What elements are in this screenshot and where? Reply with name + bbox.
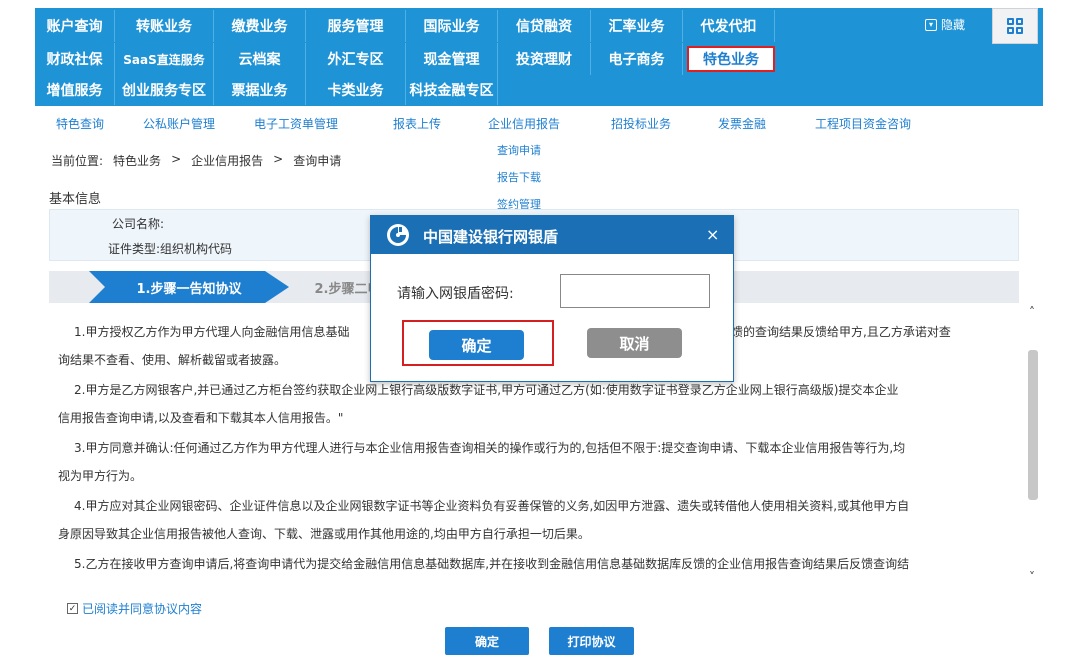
breadcrumb-level2: 企业信用报告 xyxy=(191,154,264,168)
dialog-confirm-button[interactable]: 确定 xyxy=(429,330,524,360)
dropdown-report-download[interactable]: 报告下载 xyxy=(497,169,541,185)
cert-type-label: 证件类型:组织机构代码 xyxy=(108,242,233,256)
agreement-p3b: 视为甲方行为。 xyxy=(58,469,143,483)
agreement-p1b: 反馈的查询结果反馈给甲方,且乙方承诺对查 xyxy=(719,325,951,339)
nav-item-agency-payment[interactable]: 代发代扣 xyxy=(683,10,775,42)
agree-checkbox[interactable]: ✓ xyxy=(67,603,78,614)
agreement-scrollbar[interactable]: ˄ ˅ xyxy=(1025,305,1039,590)
nav-item-international[interactable]: 国际业务 xyxy=(406,10,498,42)
nav-item-ecommerce[interactable]: 电子商务 xyxy=(591,43,683,75)
main-navigation: 账户查询 转账业务 缴费业务 服务管理 国际业务 信贷融资 汇率业务 代发代扣 … xyxy=(35,8,1043,106)
basic-info-title: 基本信息 xyxy=(49,192,102,207)
nav-item-startup-zone[interactable]: 创业服务专区 xyxy=(115,75,214,105)
nav-item-value-added[interactable]: 增值服务 xyxy=(35,75,115,105)
scroll-down-icon[interactable]: ˅ xyxy=(1025,570,1039,584)
nav-item-cards[interactable]: 卡类业务 xyxy=(306,75,406,105)
nav-item-exchange-rate[interactable]: 汇率业务 xyxy=(591,10,683,42)
nav-item-saas[interactable]: SaaS直连服务 xyxy=(115,43,214,75)
ccb-logo-icon xyxy=(387,224,409,246)
nav-item-account-query[interactable]: 账户查询 xyxy=(35,10,115,42)
nav-item-credit-finance[interactable]: 信贷融资 xyxy=(498,10,591,42)
agreement-p4b: 身原因导致其企业信用报告被他人查询、下载、泄露或用作其他用途的,均由甲方自行承担… xyxy=(58,527,590,541)
nav-item-special-business[interactable]: 特色业务 xyxy=(687,46,775,72)
nav-item-forex-zone[interactable]: 外汇专区 xyxy=(306,43,406,75)
dropdown-query-apply[interactable]: 查询申请 xyxy=(497,142,541,158)
nav-item-cash-mgmt[interactable]: 现金管理 xyxy=(406,43,498,75)
confirm-highlight: 确定 xyxy=(402,320,554,366)
breadcrumb: 当前位置: 特色业务 > 企业信用报告 > 查询申请 xyxy=(51,152,341,169)
subnav-invoice-finance[interactable]: 发票金融 xyxy=(718,115,766,132)
scroll-up-icon[interactable]: ˄ xyxy=(1025,305,1039,319)
breadcrumb-sep: > xyxy=(171,152,182,166)
agree-label[interactable]: 已阅读并同意协议内容 xyxy=(82,600,202,617)
subnav-payroll-mgmt[interactable]: 电子工资单管理 xyxy=(254,115,338,132)
agreement-p4a: 4.甲方应对其企业网银密码、企业证件信息以及企业网银数字证书等企业资料负有妥善保… xyxy=(74,499,910,513)
dialog-cancel-button[interactable]: 取消 xyxy=(587,328,682,358)
hide-nav-label: 隐藏 xyxy=(941,18,966,32)
subnav-credit-report[interactable]: 企业信用报告 xyxy=(488,115,560,132)
breadcrumb-sep: > xyxy=(273,152,284,166)
menu-grid-button[interactable] xyxy=(992,8,1038,44)
agreement-p5a: 5.乙方在接收甲方查询申请后,将查询申请代为提交给金融信用信息基础数据库,并在接… xyxy=(74,557,910,571)
agreement-p2b: 信用报告查询申请,以及查看和下载其本人信用报告。" xyxy=(58,411,344,425)
print-agreement-button[interactable]: 打印协议 xyxy=(549,627,634,655)
nav-row-3: 增值服务 创业服务专区 票据业务 卡类业务 科技金融专区 xyxy=(35,75,498,105)
nav-item-bills[interactable]: 票据业务 xyxy=(214,75,306,105)
step-1-active: 1.步骤一告知协议 xyxy=(89,271,289,303)
nav-item-cloud-archive[interactable]: 云档案 xyxy=(214,43,306,75)
agree-row: ✓ 已阅读并同意协议内容 xyxy=(67,600,202,617)
confirm-button[interactable]: 确定 xyxy=(445,627,529,655)
nav-item-transfer[interactable]: 转账业务 xyxy=(115,10,214,42)
nav-item-service-mgmt[interactable]: 服务管理 xyxy=(306,10,406,42)
subnav-special-query[interactable]: 特色查询 xyxy=(56,115,104,132)
subnav-bidding[interactable]: 招投标业务 xyxy=(611,115,671,132)
collapse-icon: ▾ xyxy=(925,18,937,31)
subnav-project-fund[interactable]: 工程项目资金咨询 xyxy=(815,115,911,132)
usb-key-password-dialog: 中国建设银行网银盾 × 请输入网银盾密码: 确定 取消 xyxy=(370,215,734,382)
agreement-p1a: 1.甲方授权乙方作为甲方代理人向金融信用信息基础 xyxy=(74,325,350,339)
subnav-report-upload[interactable]: 报表上传 xyxy=(393,115,441,132)
breadcrumb-level1: 特色业务 xyxy=(113,154,162,168)
scroll-thumb[interactable] xyxy=(1028,350,1038,500)
password-label: 请输入网银盾密码: xyxy=(397,286,514,302)
grid-icon xyxy=(1007,18,1023,34)
agreement-p3a: 3.甲方同意并确认:任何通过乙方作为甲方代理人进行与本企业信用报告查询相关的操作… xyxy=(74,441,906,455)
close-icon[interactable]: × xyxy=(706,225,719,244)
password-input[interactable] xyxy=(560,274,710,308)
subnav-account-mgmt[interactable]: 公私账户管理 xyxy=(143,115,215,132)
nav-item-finance-social[interactable]: 财政社保 xyxy=(35,43,115,75)
nav-row-1: 账户查询 转账业务 缴费业务 服务管理 国际业务 信贷融资 汇率业务 代发代扣 xyxy=(35,10,775,42)
breadcrumb-prefix: 当前位置: xyxy=(51,154,104,168)
nav-item-investment[interactable]: 投资理财 xyxy=(498,43,591,75)
nav-item-tech-finance[interactable]: 科技金融专区 xyxy=(406,75,498,105)
breadcrumb-level3: 查询申请 xyxy=(293,154,342,168)
sub-navigation: 特色查询 公私账户管理 电子工资单管理 报表上传 企业信用报告 招投标业务 发票… xyxy=(0,115,1080,135)
nav-row-2: 财政社保 SaaS直连服务 云档案 外汇专区 现金管理 投资理财 电子商务 特色… xyxy=(35,43,779,75)
dialog-header: 中国建设银行网银盾 × xyxy=(371,216,733,254)
nav-item-payment[interactable]: 缴费业务 xyxy=(214,10,306,42)
hide-nav-button[interactable]: ▾ 隐藏 xyxy=(925,16,965,33)
company-name-label: 公司名称: xyxy=(112,217,165,231)
dialog-title: 中国建设银行网银盾 xyxy=(423,228,559,246)
